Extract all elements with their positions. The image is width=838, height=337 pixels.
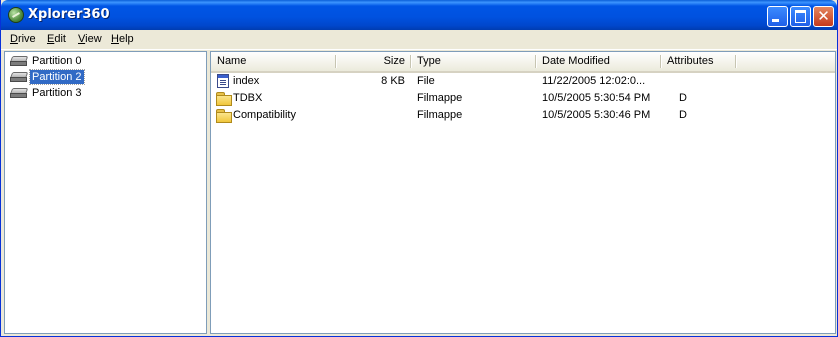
tree-item-label: Partition 2 — [29, 69, 85, 85]
menu-help[interactable]: Help — [111, 33, 134, 45]
file-icon — [217, 74, 229, 88]
file-type: File — [417, 75, 435, 87]
hard-drive-icon — [9, 56, 29, 66]
close-icon: ✕ — [817, 7, 830, 25]
minimize-button[interactable] — [767, 6, 788, 27]
hard-drive-icon — [9, 88, 29, 98]
file-name: Compatibility — [233, 109, 296, 121]
file-date-modified: 10/5/2005 5:30:46 PM — [542, 109, 651, 121]
app-window: Xplorer360 ✕ Drive Edit View Help Partit… — [0, 0, 838, 337]
tree-item-label: Partition 3 — [32, 87, 82, 99]
hard-drive-icon — [9, 72, 29, 82]
file-type: Filmappe — [417, 109, 463, 121]
window-title: Xplorer360 — [28, 7, 110, 22]
column-header-name[interactable]: Name — [211, 52, 336, 71]
column-header-size[interactable]: Size — [336, 52, 411, 71]
file-date-modified: 11/22/2005 12:02:0... — [542, 75, 646, 87]
tree-item-label: Partition 0 — [32, 55, 82, 67]
partition-tree[interactable]: Partition 0 Partition 2 Partition 3 — [4, 51, 207, 334]
file-row-tdbx[interactable]: TDBX Filmappe 10/5/2005 5:30:54 PM D — [211, 90, 835, 107]
menu-divider — [1, 49, 837, 50]
file-list[interactable]: Name Size Type Date Modified Attributes … — [210, 51, 836, 334]
menu-edit[interactable]: Edit — [47, 33, 66, 45]
file-date-modified: 10/5/2005 5:30:54 PM — [542, 92, 651, 104]
column-header-type[interactable]: Type — [411, 52, 536, 71]
menu-drive[interactable]: Drive — [10, 33, 36, 45]
folder-icon — [216, 92, 232, 106]
folder-icon — [216, 109, 232, 123]
file-attributes: D — [679, 92, 687, 104]
file-name: TDBX — [233, 92, 263, 104]
file-row-compatibility[interactable]: Compatibility Filmappe 10/5/2005 5:30:46… — [211, 107, 835, 124]
xbox-app-icon[interactable] — [8, 7, 24, 23]
file-attributes: D — [679, 109, 687, 121]
file-size: 8 KB — [381, 75, 405, 87]
file-row-index[interactable]: index 8 KB File 11/22/2005 12:02:0... — [211, 73, 835, 90]
list-header: Name Size Type Date Modified Attributes — [211, 52, 835, 73]
close-button[interactable]: ✕ — [813, 6, 834, 27]
title-bar[interactable]: Xplorer360 ✕ — [1, 0, 837, 30]
column-header-date-modified[interactable]: Date Modified — [536, 52, 661, 71]
menu-view[interactable]: View — [78, 33, 102, 45]
file-type: Filmappe — [417, 92, 463, 104]
column-header-attributes[interactable]: Attributes — [661, 52, 736, 71]
menu-bar: Drive Edit View Help — [1, 30, 837, 49]
maximize-button[interactable] — [790, 6, 811, 27]
file-name: index — [233, 75, 260, 87]
